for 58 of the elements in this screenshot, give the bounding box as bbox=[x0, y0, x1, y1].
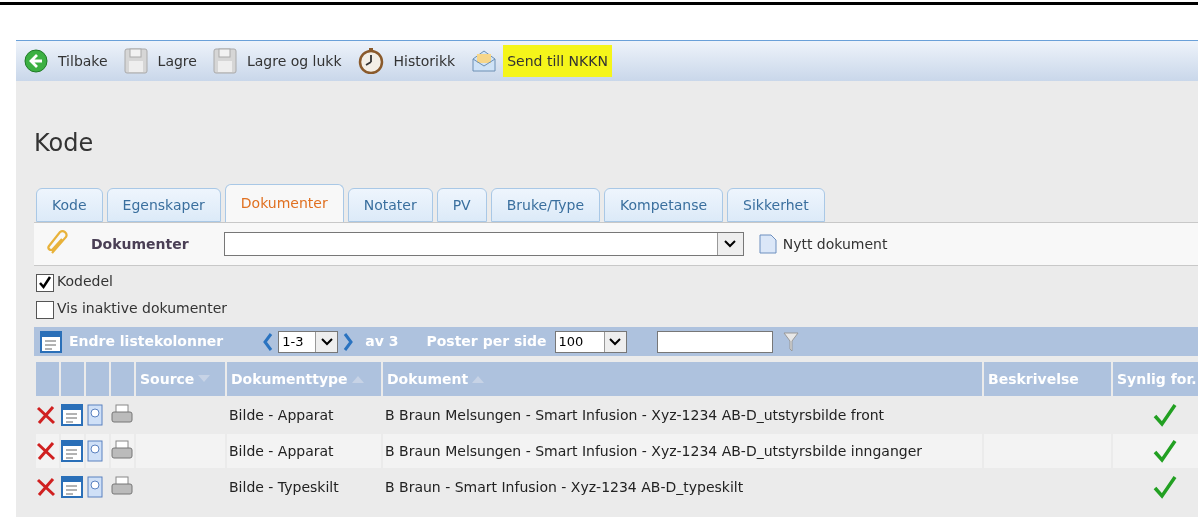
tab[interactable]: Bruke/Type bbox=[490, 188, 600, 222]
chevron-down-icon bbox=[320, 337, 333, 346]
edit-icon[interactable] bbox=[61, 440, 83, 462]
document-select[interactable] bbox=[223, 232, 744, 256]
page-select[interactable]: 1-3 bbox=[278, 330, 339, 353]
per-page-select[interactable]: 100 bbox=[554, 330, 627, 353]
header-cell bbox=[36, 362, 59, 396]
tab[interactable]: Kode bbox=[36, 188, 103, 222]
tab[interactable]: Notater bbox=[347, 188, 433, 222]
chevron-left-icon[interactable] bbox=[263, 332, 274, 351]
tab[interactable]: Kompetanse bbox=[604, 188, 724, 222]
table-cell-text: Bilde - Apparat bbox=[228, 441, 335, 461]
header-cell bbox=[61, 362, 84, 396]
toolbar-button[interactable]: Send till NKKN bbox=[503, 45, 612, 77]
chevron-down-icon bbox=[609, 337, 622, 346]
tab[interactable]: Egenskaper bbox=[106, 188, 221, 222]
chevron-down-icon bbox=[724, 240, 737, 248]
section-label: Dokumenter bbox=[91, 234, 189, 254]
delete-icon[interactable] bbox=[36, 441, 56, 461]
document-icon bbox=[758, 234, 777, 254]
table-cell-text: Bilde - Apparat bbox=[228, 405, 335, 425]
filter-input[interactable] bbox=[656, 330, 773, 353]
printer-icon[interactable] bbox=[111, 440, 133, 462]
tab[interactable]: PV bbox=[436, 188, 487, 222]
table-edit-icon bbox=[40, 330, 62, 353]
toolbar-button[interactable]: Historikk bbox=[389, 45, 460, 77]
table-cell-text: B Braun Melsungen - Smart Infusion - Xyz-1234 AB-D_utstyrsbilde innganger bbox=[384, 441, 923, 461]
checkbox[interactable] bbox=[36, 274, 54, 292]
table-cell-text: B Braun Melsungen - Smart Infusion - Xyz-1234 AB-D_utstyrsbilde front bbox=[384, 405, 886, 425]
checkbox-label: Vis inaktive dokumenter bbox=[57, 299, 228, 318]
chevron-right-icon[interactable] bbox=[343, 332, 354, 351]
header-cell bbox=[86, 362, 109, 396]
checkbox-label: Kodedel bbox=[57, 272, 113, 291]
page-total: av 3 bbox=[365, 332, 399, 351]
printer-icon[interactable] bbox=[111, 476, 133, 498]
per-page-label: Poster per side bbox=[426, 332, 547, 351]
table-cell-text: B Braun - Smart Infusion - Xyz-1234 AB-D_typeskilt bbox=[384, 477, 745, 497]
header-cell bbox=[111, 362, 134, 396]
checkmark-icon bbox=[38, 276, 52, 290]
preview-icon[interactable] bbox=[86, 476, 104, 498]
new-document-button[interactable]: Nytt dokument bbox=[782, 233, 888, 255]
edit-icon[interactable] bbox=[61, 476, 83, 498]
toolbar-button[interactable]: Lagre og lukk bbox=[242, 45, 346, 77]
printer-icon[interactable] bbox=[111, 404, 133, 426]
edit-icon[interactable] bbox=[61, 404, 83, 426]
tab[interactable]: Dokumenter bbox=[224, 184, 344, 222]
page-title: Kode bbox=[34, 128, 95, 159]
preview-icon[interactable] bbox=[86, 404, 104, 426]
tab[interactable]: Sikkerhet bbox=[727, 188, 825, 222]
toolbar-button[interactable]: Lagre bbox=[153, 45, 201, 77]
checkbox[interactable] bbox=[36, 301, 54, 319]
stopwatch-icon bbox=[357, 48, 384, 74]
toolbar-button[interactable]: Tilbake bbox=[54, 45, 112, 77]
delete-icon[interactable] bbox=[36, 477, 56, 497]
envelope-icon bbox=[471, 49, 498, 73]
delete-icon[interactable] bbox=[36, 405, 56, 425]
preview-icon[interactable] bbox=[86, 440, 104, 462]
table-cell-text: Bilde - Typeskilt bbox=[228, 477, 340, 497]
